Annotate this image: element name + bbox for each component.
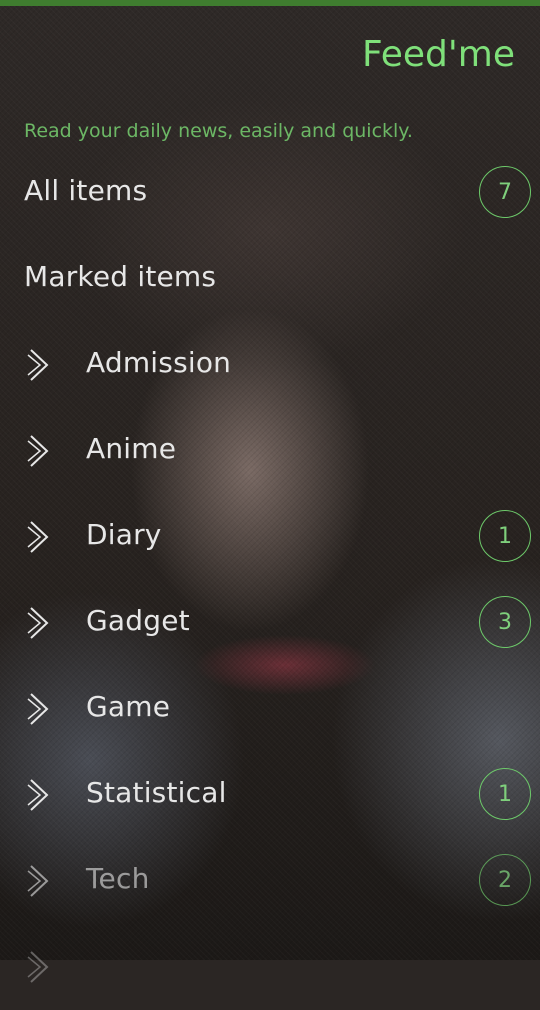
chevron-right-icon[interactable] (26, 863, 52, 899)
app-tagline: Read your daily news, easily and quickly… (24, 120, 413, 142)
top-accent-bar (0, 0, 540, 6)
category-row-tech[interactable]: Tech 2 (0, 838, 540, 924)
unread-count-badge: 7 (479, 166, 531, 218)
chevron-right-icon[interactable] (26, 605, 52, 641)
all-items-row[interactable]: All items 7 (0, 150, 540, 236)
category-label: Statistical (86, 776, 227, 809)
category-label: Anime (86, 432, 177, 465)
category-label: Game (86, 690, 171, 723)
chevron-right-icon[interactable] (26, 433, 52, 469)
chevron-right-icon[interactable] (26, 519, 52, 555)
unread-count-badge: 2 (479, 854, 531, 906)
app-title: Feed'me (362, 34, 515, 75)
category-label: Gadget (86, 604, 190, 637)
chevron-right-icon[interactable] (26, 777, 52, 813)
all-items-label: All items (24, 174, 148, 207)
category-row-statistical[interactable]: Statistical 1 (0, 752, 540, 838)
marked-items-label: Marked items (24, 260, 217, 293)
category-label: Admission (86, 346, 232, 379)
category-label: Tech (86, 862, 150, 895)
chevron-right-icon[interactable] (26, 691, 52, 727)
category-row-diary[interactable]: Diary 1 (0, 494, 540, 580)
chevron-right-icon[interactable] (26, 949, 52, 985)
category-row-partial[interactable] (0, 924, 540, 1010)
unread-count-badge: 3 (479, 596, 531, 648)
unread-count-badge: 1 (479, 510, 531, 562)
category-label: Diary (86, 518, 162, 551)
category-row-admission[interactable]: Admission (0, 322, 540, 408)
chevron-right-icon[interactable] (26, 347, 52, 383)
category-row-anime[interactable]: Anime (0, 408, 540, 494)
category-row-gadget[interactable]: Gadget 3 (0, 580, 540, 666)
category-row-game[interactable]: Game (0, 666, 540, 752)
marked-items-row[interactable]: Marked items (0, 236, 540, 322)
unread-count-badge: 1 (479, 768, 531, 820)
